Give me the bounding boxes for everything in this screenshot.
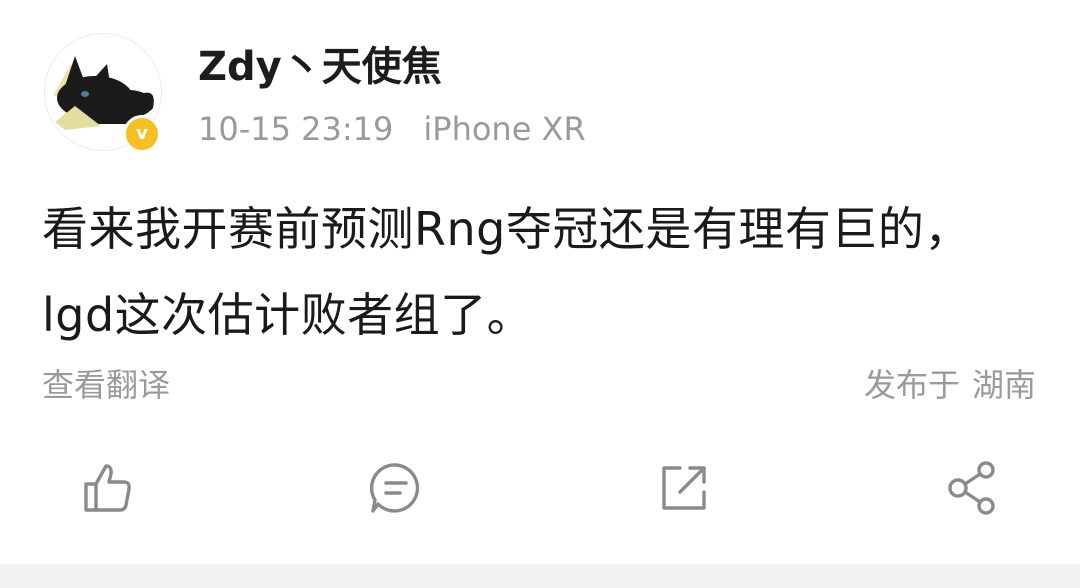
post-device: iPhone XR — [423, 110, 586, 148]
post-location: 发布于 湖南 — [864, 362, 1036, 408]
bottom-divider-strip — [0, 564, 1080, 588]
comment-icon — [369, 463, 420, 513]
location-place: 湖南 — [971, 366, 1036, 404]
thumbs-up-icon — [84, 464, 131, 512]
share-button[interactable] — [944, 460, 1000, 516]
comment-button[interactable] — [368, 460, 424, 516]
post-meta: 10-15 23:19 iPhone XR — [198, 108, 586, 150]
weibo-post-card: v Zdy丶天使焦 10-15 23:19 iPhone XR 看来我开赛前预测R… — [0, 0, 1080, 564]
verified-badge: v — [123, 115, 161, 153]
share-icon — [948, 461, 995, 515]
translate-link[interactable]: 查看翻译 — [42, 362, 170, 408]
like-button[interactable] — [80, 460, 136, 516]
repost-icon — [662, 466, 706, 510]
post-content: 看来我开赛前预测Rng夺冠还是有理有巨的，lgd这次估计败者组了。 — [42, 202, 971, 342]
location-prefix: 发布于 — [863, 366, 960, 404]
post-time: 10-15 23:19 — [198, 110, 394, 148]
username[interactable]: Zdy丶天使焦 — [198, 40, 442, 94]
repost-button[interactable] — [656, 460, 712, 516]
